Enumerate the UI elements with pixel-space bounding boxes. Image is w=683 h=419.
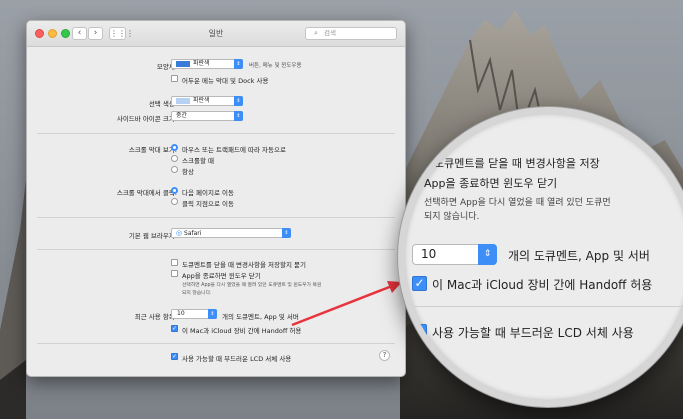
popup-arrows-icon: ⇕ bbox=[234, 96, 243, 106]
appearance-label: 모양새: bbox=[156, 63, 177, 71]
magnified-handoff-text: 이 Mac과 iCloud 장비 간에 Handoff 허용 bbox=[432, 278, 653, 292]
magnified-close-windows-text: App을 종료하면 윈도우 닫기 bbox=[424, 177, 558, 190]
magnified-ask-save-text: 도큐멘트를 닫을 때 변경사항을 저장 bbox=[434, 157, 600, 170]
close-windows-note-2: 되지 않습니다. bbox=[182, 291, 212, 296]
popup-arrows-icon: ⇕ bbox=[234, 59, 243, 69]
magnified-note-2: 되지 않습니다. bbox=[424, 212, 480, 222]
light-blue-swatch-icon bbox=[176, 97, 190, 104]
sidebar-icon-popup[interactable]: 중간 ⇕ bbox=[171, 111, 243, 121]
close-windows-label: App을 종료하면 윈도우 닫기 bbox=[182, 272, 261, 280]
recent-items-suffix: 개의 도큐멘트, App 및 서버 bbox=[222, 313, 299, 321]
magnified-handoff-checkbox: ✓ bbox=[412, 276, 427, 291]
preferences-content: 모양새: 파란색 ⇕ 버튼, 메뉴 및 윈도우용 어두운 메뉴 막대 및 Doc… bbox=[27, 47, 405, 376]
popup-arrows-icon: ⇕ bbox=[234, 111, 243, 121]
stepper-arrows-icon: ⇕ bbox=[208, 309, 217, 319]
popup-arrows-icon: ⇕ bbox=[282, 228, 291, 238]
appearance-value: 파란색 bbox=[193, 60, 210, 67]
title-bar: ‹ › ⋮⋮⋮ 일반 ⌕ 검색 bbox=[27, 21, 405, 47]
ask-save-label: 도큐멘트를 닫을 때 변경사항을 저장할지 묻기 bbox=[182, 261, 306, 269]
highlight-value: 파란색 bbox=[193, 97, 210, 104]
separator bbox=[37, 249, 395, 250]
browser-value: Safari bbox=[184, 230, 202, 237]
blue-swatch-icon bbox=[176, 60, 190, 67]
handoff-checkbox[interactable]: ✓ bbox=[171, 325, 178, 332]
magnifier-zoom: 도큐멘트를 닫을 때 변경사항을 저장 App을 종료하면 윈도우 닫기 선택하… bbox=[398, 107, 683, 407]
dark-menu-checkbox[interactable] bbox=[171, 75, 178, 82]
appearance-hint: 버튼, 메뉴 및 윈도우용 bbox=[249, 63, 302, 69]
magnified-lcd-checkbox: ✓ bbox=[412, 324, 427, 339]
scrollbars-label: 스크롤 막대 보기: bbox=[128, 146, 177, 154]
magnified-stepper-value: 10 bbox=[421, 247, 437, 261]
scroll-click-radio-next-page[interactable] bbox=[171, 187, 178, 194]
magnified-recent-suffix: 개의 도큐멘트, App 및 서버 bbox=[508, 249, 650, 263]
search-input[interactable]: ⌕ 검색 bbox=[305, 27, 397, 40]
scrollbars-option-scrolling: 스크롤할 때 bbox=[182, 157, 214, 165]
scroll-click-option-spot: 클릭 지점으로 이동 bbox=[182, 200, 234, 208]
ask-save-checkbox[interactable] bbox=[171, 259, 178, 266]
help-button[interactable]: ? bbox=[379, 350, 390, 361]
magnified-recent-stepper: 10 ⇕ bbox=[412, 244, 497, 265]
separator bbox=[37, 343, 395, 344]
magnified-separator bbox=[404, 306, 683, 307]
handoff-label: 이 Mac과 iCloud 장비 간에 Handoff 허용 bbox=[182, 327, 302, 335]
close-windows-note-1: 선택하면 App을 다시 열었을 때 열려 있던 도큐멘트 및 윈도우가 복원 bbox=[182, 283, 322, 288]
search-placeholder: 검색 bbox=[324, 29, 336, 37]
appearance-popup[interactable]: 파란색 ⇕ bbox=[171, 59, 243, 69]
lcd-smoothing-label: 사용 가능할 때 부드러운 LCD 서체 사용 bbox=[182, 355, 292, 363]
highlight-label: 선택 색상: bbox=[148, 100, 177, 108]
sidebar-icon-label: 사이드바 아이콘 크기: bbox=[116, 115, 177, 123]
scrollbars-radio-auto[interactable] bbox=[171, 144, 178, 151]
dark-menu-label: 어두운 메뉴 막대 및 Dock 사용 bbox=[182, 77, 269, 85]
search-icon: ⌕ bbox=[314, 29, 318, 37]
magnified-lcd-text: 사용 가능할 때 부드러운 LCD 서체 사용 bbox=[432, 326, 634, 340]
browser-popup[interactable]: ◎ Safari ⇕ bbox=[171, 228, 291, 238]
scroll-click-option-next-page: 다음 페이지로 이동 bbox=[182, 189, 234, 197]
magnified-note-1: 선택하면 App을 다시 열었을 때 열려 있던 도큐먼 bbox=[424, 198, 611, 208]
lcd-smoothing-checkbox[interactable]: ✓ bbox=[171, 353, 178, 360]
browser-label: 기본 웹 브라우저: bbox=[128, 232, 177, 240]
scroll-click-label: 스크롤 막대에서 클릭: bbox=[116, 189, 177, 197]
general-preferences-window: ‹ › ⋮⋮⋮ 일반 ⌕ 검색 모양새: 파란색 ⇕ 버튼, 메뉴 및 윈도우용… bbox=[26, 20, 406, 377]
recent-items-label: 최근 사용 항목: bbox=[134, 313, 177, 321]
safari-compass-icon: ◎ bbox=[176, 229, 183, 237]
scrollbars-option-always: 항상 bbox=[182, 168, 194, 176]
separator bbox=[37, 133, 395, 134]
sidebar-icon-value: 중간 bbox=[176, 112, 188, 119]
close-windows-checkbox[interactable] bbox=[171, 270, 178, 277]
scrollbars-radio-scrolling[interactable] bbox=[171, 155, 178, 162]
scrollbars-radio-always[interactable] bbox=[171, 166, 178, 173]
separator bbox=[37, 217, 395, 218]
recent-items-value: 10 bbox=[177, 310, 185, 317]
scrollbars-option-auto: 마우스 또는 트랙패드에 따라 자동으로 bbox=[182, 146, 286, 154]
recent-items-stepper[interactable]: 10 ⇕ bbox=[171, 309, 217, 319]
scroll-click-radio-spot[interactable] bbox=[171, 198, 178, 205]
highlight-popup[interactable]: 파란색 ⇕ bbox=[171, 96, 243, 106]
stepper-arrows-icon: ⇕ bbox=[478, 244, 497, 265]
